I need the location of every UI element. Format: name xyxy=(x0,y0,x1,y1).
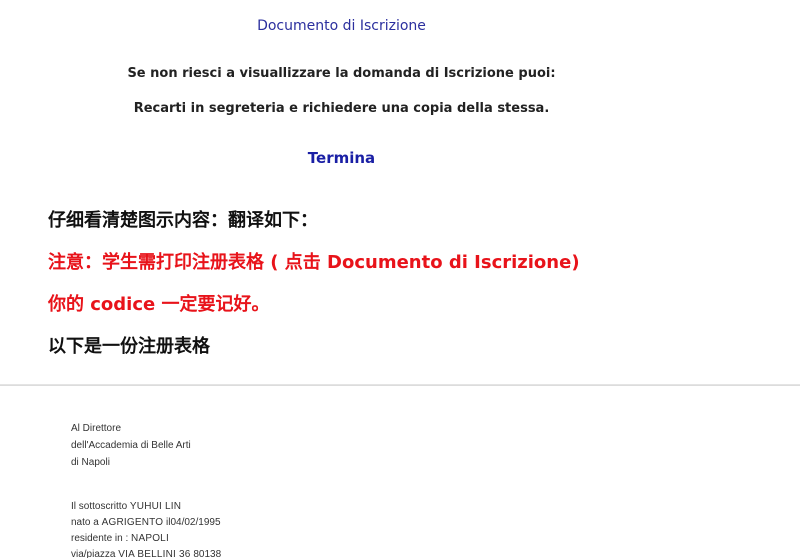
form-address-prefix: via/piazza xyxy=(71,549,116,558)
form-residence-line: residente in : NAPOLI xyxy=(71,533,169,544)
form-address-zip: 80138 xyxy=(193,549,222,558)
info-message-line2: Recarti in segreteria e richiedere una c… xyxy=(133,101,550,116)
registration-result-panel: Documento di Iscrizione Se non riesci a … xyxy=(0,0,800,385)
form-recipient-line1: Al Direttore xyxy=(71,423,122,434)
annotation-note-3: 你的 codice 一定要记好。 xyxy=(48,294,270,315)
info-message-line1: Se non riesci a visuallizzare la domanda… xyxy=(127,66,556,81)
form-residence-city: NAPOLI xyxy=(131,533,169,544)
form-birth-date: 04/02/1995 xyxy=(170,517,221,528)
documento-iscrizione-link[interactable]: Documento di Iscrizione xyxy=(0,18,683,34)
form-address-line: via/piazza VIA BELLINI 36 80138 xyxy=(71,549,221,558)
form-signer-name: YUHUI LIN xyxy=(129,501,182,512)
form-signer-line: Il sottoscritto YUHUI LIN xyxy=(71,501,181,512)
form-recipient-line2: dell'Accademia di Belle Arti xyxy=(71,440,191,451)
form-address-value: VIA BELLINI 36 xyxy=(118,549,191,558)
form-birth-prefix: nato a xyxy=(71,517,99,528)
form-residence-prefix: residente in : xyxy=(71,533,129,544)
form-birth-line: nato a AGRIGENTO il04/02/1995 xyxy=(71,517,221,528)
termina-link[interactable]: Termina xyxy=(0,149,683,167)
form-signer-prefix: Il sottoscritto xyxy=(71,501,128,512)
annotation-note-2: 注意：学生需打印注册表格 ( 点击 Documento di Iscrizion… xyxy=(48,252,580,273)
form-birth-place: AGRIGENTO xyxy=(101,517,164,528)
form-recipient-line3: di Napoli xyxy=(71,457,110,468)
annotation-note-4: 以下是一份注册表格 xyxy=(48,336,210,357)
annotation-note-1: 仔细看清楚图示内容：翻译如下： xyxy=(48,210,318,231)
